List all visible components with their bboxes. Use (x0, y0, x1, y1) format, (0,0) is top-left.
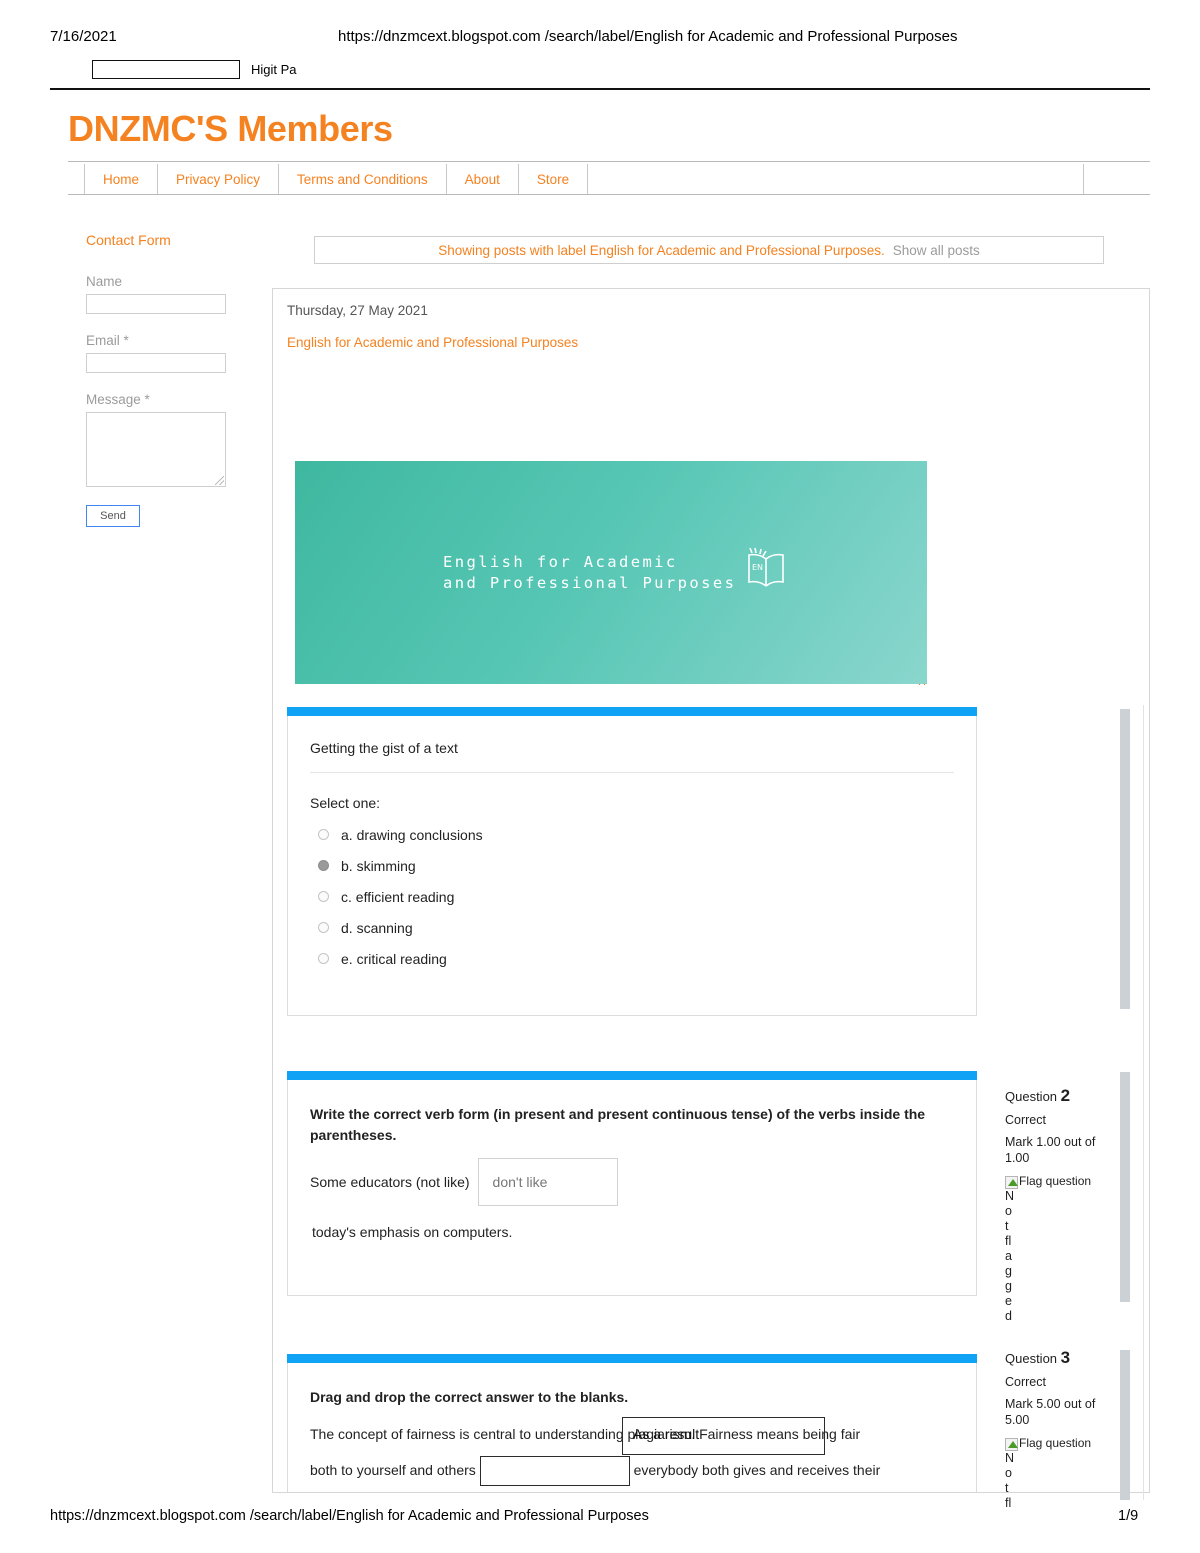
main-navigation: Home Privacy Policy Terms and Conditions… (68, 161, 1150, 195)
contact-form-title: Contact Form (86, 232, 171, 248)
question-1-stem: Getting the gist of a text (310, 740, 458, 756)
email-input[interactable] (86, 353, 226, 373)
option-d[interactable]: d. scanning (318, 912, 976, 943)
radio-icon-d[interactable] (318, 922, 329, 933)
question-2-stem: Write the correct verb form (in present … (310, 1106, 926, 1143)
blog-title: DNZMC'S Members (68, 108, 393, 149)
question-2-flag-state: Not flagged (1005, 1189, 1015, 1323)
radio-icon-e[interactable] (318, 953, 329, 964)
question-2-sentence-end: today's emphasis on computers. (312, 1224, 513, 1240)
draggable-chip-as-a-result[interactable]: As a result (622, 1417, 825, 1455)
showing-posts-text: Showing posts with label English for Aca… (438, 242, 885, 258)
label-filter-banner: Showing posts with label English for Aca… (314, 236, 1104, 264)
question-2-mark: Mark 1.00 out of 1.00 (1005, 1135, 1096, 1165)
question-card-3: Drag and drop the correct answer to the … (287, 1355, 977, 1493)
scrollbar-thumb-1[interactable] (1120, 709, 1130, 1009)
nav-item-store[interactable]: Store (517, 164, 589, 194)
higit-pa-label: Higit Pa (251, 62, 297, 77)
print-date: 7/16/2021 (50, 28, 117, 45)
question-2-flag-row[interactable]: Flag question (1005, 1174, 1110, 1189)
course-banner-image: English for Academic and Professional Pu… (295, 461, 927, 684)
print-url: https://dnzmcext.blogspot.com /search/la… (338, 28, 958, 45)
radio-icon-a[interactable] (318, 829, 329, 840)
open-book-icon: EN (748, 547, 784, 587)
option-b-label: b. skimming (341, 857, 416, 874)
option-c[interactable]: c. efficient reading (318, 881, 976, 912)
question-3-flag-state: Not fl (1005, 1451, 1015, 1510)
question-3-word: Question (1005, 1351, 1058, 1366)
banner-trailing-dots: .. (918, 676, 929, 688)
question-3-number: 3 (1060, 1348, 1071, 1367)
option-a-label: a. drawing conclusions (341, 826, 483, 843)
nav-strip: Home Privacy Policy Terms and Conditions… (84, 164, 1085, 194)
name-label: Name (86, 274, 123, 289)
question-2-number: 2 (1060, 1086, 1071, 1105)
scroll-track (1143, 705, 1144, 1500)
question-card-1: Getting the gist of a text Select one: a… (287, 708, 977, 1016)
radio-icon-c[interactable] (318, 891, 329, 902)
question-2-meta: Question 2 Correct Mark 1.00 out of 1.00… (1005, 1086, 1110, 1324)
question-2-answer-input[interactable]: don't like (477, 1158, 618, 1206)
option-e-label: e. critical reading (341, 950, 447, 967)
question-2-sentence-start: Some educators (not like) (310, 1174, 470, 1190)
question-card-2: Write the correct verb form (in present … (287, 1072, 977, 1296)
post-title-link[interactable]: English for Academic and Professional Pu… (287, 335, 578, 350)
header-divider (50, 88, 1150, 90)
option-c-label: c. efficient reading (341, 888, 455, 905)
svg-text:EN: EN (752, 563, 763, 572)
drop-target-2[interactable] (664, 1492, 774, 1493)
draggable-chip-label: As a result (633, 1426, 700, 1442)
question-3-text-2b: everybody both gives and receives their (633, 1462, 881, 1478)
question-2-number-line: Question 2 (1005, 1086, 1110, 1106)
course-banner-text: English for Academic and Professional Pu… (443, 553, 737, 592)
question-3-stem: Drag and drop the correct answer to the … (310, 1389, 629, 1405)
scrollbar-thumb-3[interactable] (1120, 1350, 1130, 1500)
nav-item-privacy-policy[interactable]: Privacy Policy (157, 164, 280, 194)
show-all-posts-link[interactable]: Show all posts (893, 243, 980, 258)
nav-item-terms-and-conditions[interactable]: Terms and Conditions (278, 164, 447, 194)
post-date: Thursday, 27 May 2021 (287, 303, 428, 318)
question-3-flag-label[interactable]: Flag question (1019, 1436, 1091, 1450)
question-3-text-2a: both to yourself and others (310, 1462, 476, 1478)
nav-item-home[interactable]: Home (84, 164, 159, 194)
option-e[interactable]: e. critical reading (318, 943, 976, 974)
higit-pa-input[interactable] (92, 60, 240, 79)
footer-url: https://dnzmcext.blogspot.com /search/la… (50, 1508, 649, 1524)
contact-form-widget: Contact Form Name Email * Message * Send (86, 232, 286, 527)
option-d-label: d. scanning (341, 919, 413, 936)
email-label: Email * (86, 333, 129, 348)
question-1-select-label: Select one: (310, 795, 381, 811)
question-2-word: Question (1005, 1089, 1058, 1104)
flag-question-icon (1005, 1438, 1018, 1451)
nav-empty-space (587, 164, 1085, 194)
message-label: Message * (86, 392, 150, 407)
option-b[interactable]: b. skimming (318, 850, 976, 881)
question-2-state: Correct (1005, 1113, 1046, 1127)
message-textarea[interactable] (86, 412, 226, 487)
drop-target-1[interactable] (479, 1456, 630, 1487)
name-input[interactable] (86, 294, 226, 314)
send-button[interactable]: Send (86, 505, 140, 527)
question-3-state: Correct (1005, 1375, 1046, 1389)
question-1-options: a. drawing conclusions b. skimming c. ef… (288, 811, 976, 974)
footer-page-number: 1/9 (1118, 1508, 1139, 1524)
option-a[interactable]: a. drawing conclusions (318, 819, 976, 850)
question-2-flag-label[interactable]: Flag question (1019, 1174, 1091, 1188)
radio-icon-b[interactable] (318, 860, 329, 871)
question-2-sentence: Some educators (not like) don't like (288, 1146, 976, 1206)
nav-item-about[interactable]: About (445, 164, 519, 194)
question-3-flag-row[interactable]: Flag question (1005, 1436, 1110, 1451)
question-3-meta: Question 3 Correct Mark 5.00 out of 5.00… (1005, 1348, 1110, 1511)
print-header: 7/16/2021 https://dnzmcext.blogspot.com … (0, 0, 1200, 94)
question-3-number-line: Question 3 (1005, 1348, 1110, 1368)
flag-question-icon (1005, 1176, 1018, 1189)
scrollbar-thumb-2[interactable] (1120, 1072, 1130, 1302)
question-3-mark: Mark 5.00 out of 5.00 (1005, 1397, 1096, 1427)
